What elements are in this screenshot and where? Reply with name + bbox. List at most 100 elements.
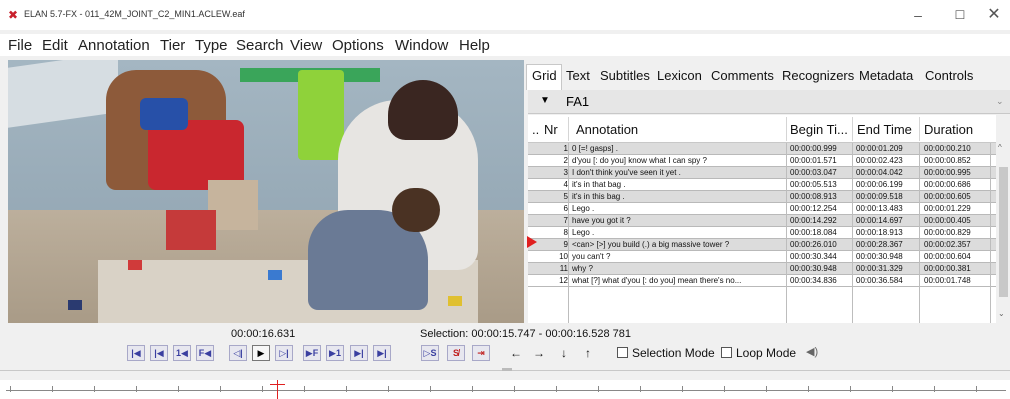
- begin-time-cell[interactable]: 00:00:05.513: [790, 179, 854, 191]
- begin-time-cell[interactable]: 00:00:26.010: [790, 239, 854, 251]
- toggle-selection-boundary-button[interactable]: ⇥: [472, 345, 490, 361]
- annotation-cell[interactable]: you can't ?: [572, 251, 788, 263]
- end-time-cell[interactable]: 00:00:09.518: [856, 191, 920, 203]
- column-header-duration[interactable]: Duration: [924, 122, 973, 137]
- row-number[interactable]: 2: [542, 155, 568, 167]
- table-row[interactable]: 7 have you got it ? 00:00:14.292 00:00:14.6…: [528, 215, 996, 227]
- duration-cell[interactable]: 00:00:00.210: [924, 143, 988, 155]
- duration-cell[interactable]: 00:00:01.229: [924, 203, 988, 215]
- next-pixel-button[interactable]: ▷|: [275, 345, 293, 361]
- scroll-thumb[interactable]: [999, 167, 1008, 297]
- annotation-cell[interactable]: <can> [>] you build (.) a big massive to…: [572, 239, 788, 251]
- scroll-down-arrow-icon[interactable]: ⌄: [998, 309, 1005, 318]
- menu-edit[interactable]: Edit: [42, 37, 68, 54]
- next-second-button[interactable]: ▶1: [326, 345, 344, 361]
- end-time-cell[interactable]: 00:00:02.423: [856, 155, 920, 167]
- row-number[interactable]: 7: [542, 215, 568, 227]
- menu-tier[interactable]: Tier: [160, 37, 185, 54]
- tab-comments[interactable]: Comments: [711, 68, 774, 83]
- row-number[interactable]: 6: [542, 203, 568, 215]
- annotation-cell[interactable]: it's in this bag .: [572, 191, 788, 203]
- row-number[interactable]: 12: [542, 275, 568, 287]
- loop-mode-checkbox[interactable]: [721, 347, 732, 358]
- column-divider[interactable]: [568, 117, 569, 141]
- table-row[interactable]: 6 Lego . 00:00:12.254 00:00:13.483 00:00:01.…: [528, 203, 996, 215]
- tab-recognizers[interactable]: Recognizers: [782, 68, 854, 83]
- table-row[interactable]: 1 0 [=! gasps] . 00:00:00.999 00:00:01.209 0…: [528, 143, 996, 155]
- tier-selector[interactable]: ▼ FA1 ⌄: [528, 90, 1010, 114]
- menu-type[interactable]: Type: [195, 37, 228, 54]
- menu-options[interactable]: Options: [332, 37, 384, 54]
- timeline-viewer[interactable]: [0, 380, 1010, 399]
- minimize-button[interactable]: –: [902, 4, 934, 26]
- tab-subtitles[interactable]: Subtitles: [600, 68, 650, 83]
- column-header-begin-time[interactable]: Begin Ti...: [790, 122, 848, 137]
- annotation-below-arrow-icon[interactable]: ↓: [556, 345, 572, 361]
- next-annotation-arrow-icon[interactable]: →: [531, 345, 547, 361]
- duration-cell[interactable]: 00:00:00.405: [924, 215, 988, 227]
- begin-time-cell[interactable]: 00:00:30.948: [790, 263, 854, 275]
- next-scrollview-button[interactable]: ▶|: [350, 345, 368, 361]
- volume-speaker-icon[interactable]: ◀): [806, 345, 818, 358]
- selection-mode-checkbox[interactable]: [617, 347, 628, 358]
- table-row[interactable]: 9 <can> [>] you build (.) a big massive t…: [528, 239, 996, 251]
- menu-help[interactable]: Help: [459, 37, 490, 54]
- column-header-nr[interactable]: Nr: [544, 122, 558, 137]
- table-row[interactable]: 11 why ? 00:00:30.948 00:00:31.329 00:00:00.…: [528, 263, 996, 275]
- menu-window[interactable]: Window: [395, 37, 448, 54]
- annotation-above-arrow-icon[interactable]: ↑: [580, 345, 596, 361]
- duration-cell[interactable]: 00:00:00.829: [924, 227, 988, 239]
- end-time-cell[interactable]: 00:00:36.584: [856, 275, 920, 287]
- previous-pixel-button[interactable]: ◁|: [229, 345, 247, 361]
- row-number[interactable]: 9: [542, 239, 568, 251]
- end-time-cell[interactable]: 00:00:31.329: [856, 263, 920, 275]
- table-row[interactable]: 5 it's in this bag . 00:00:08.913 00:00:09.…: [528, 191, 996, 203]
- duration-cell[interactable]: 00:00:00.686: [924, 179, 988, 191]
- row-number[interactable]: 4: [542, 179, 568, 191]
- row-number[interactable]: 10: [542, 251, 568, 263]
- grid-vertical-scrollbar[interactable]: ^ ⌄: [996, 115, 1010, 323]
- duration-cell[interactable]: 00:00:02.357: [924, 239, 988, 251]
- duration-cell[interactable]: 00:00:00.604: [924, 251, 988, 263]
- column-divider[interactable]: [786, 117, 787, 141]
- annotation-cell[interactable]: what [?] what d'you [: do you] mean ther…: [572, 275, 788, 287]
- menu-view[interactable]: View: [290, 37, 322, 54]
- chevron-down-icon[interactable]: ⌄: [996, 96, 1004, 107]
- annotation-cell[interactable]: Lego .: [572, 203, 788, 215]
- row-number[interactable]: 1: [542, 143, 568, 155]
- begin-time-cell[interactable]: 00:00:14.292: [790, 215, 854, 227]
- annotation-cell[interactable]: I don't think you've seen it yet .: [572, 167, 788, 179]
- table-row[interactable]: 4 it's in that bag . 00:00:05.513 00:00:06.…: [528, 179, 996, 191]
- begin-time-cell[interactable]: 00:00:00.999: [790, 143, 854, 155]
- maximize-button[interactable]: ☐: [944, 4, 976, 26]
- column-divider[interactable]: [852, 117, 853, 141]
- tab-text[interactable]: Text: [566, 68, 590, 83]
- go-to-begin-button[interactable]: |◀: [127, 345, 145, 361]
- end-time-cell[interactable]: 00:00:18.913: [856, 227, 920, 239]
- divider-handle[interactable]: [502, 368, 512, 371]
- row-number[interactable]: 3: [542, 167, 568, 179]
- annotation-cell[interactable]: d'you [: do you] know what I can spy ?: [572, 155, 788, 167]
- annotation-cell[interactable]: Lego .: [572, 227, 788, 239]
- tab-lexicon[interactable]: Lexicon: [657, 68, 702, 83]
- table-row[interactable]: 12 what [?] what d'you [: do you] mean th…: [528, 275, 996, 287]
- table-row[interactable]: 10 you can't ? 00:00:30.344 00:00:30.948 00:…: [528, 251, 996, 263]
- row-number[interactable]: 8: [542, 227, 568, 239]
- previous-scrollview-button[interactable]: |◀: [150, 345, 168, 361]
- begin-time-cell[interactable]: 00:00:34.836: [790, 275, 854, 287]
- video-viewer[interactable]: [8, 60, 524, 323]
- duration-cell[interactable]: 00:00:01.748: [924, 275, 988, 287]
- begin-time-cell[interactable]: 00:00:12.254: [790, 203, 854, 215]
- begin-time-cell[interactable]: 00:00:03.047: [790, 167, 854, 179]
- end-time-cell[interactable]: 00:00:14.697: [856, 215, 920, 227]
- menu-search[interactable]: Search: [236, 37, 284, 54]
- end-time-cell[interactable]: 00:00:13.483: [856, 203, 920, 215]
- column-header-end-time[interactable]: End Time: [857, 122, 912, 137]
- column-header-dots[interactable]: ..: [532, 122, 539, 137]
- table-row[interactable]: 8 Lego . 00:00:18.084 00:00:18.913 00:00:00.…: [528, 227, 996, 239]
- previous-annotation-arrow-icon[interactable]: ←: [508, 345, 524, 361]
- duration-cell[interactable]: 00:00:00.605: [924, 191, 988, 203]
- tab-metadata[interactable]: Metadata: [859, 68, 913, 83]
- menu-annotation[interactable]: Annotation: [78, 37, 150, 54]
- table-row[interactable]: 2 d'you [: do you] know what I can spy ? 0…: [528, 155, 996, 167]
